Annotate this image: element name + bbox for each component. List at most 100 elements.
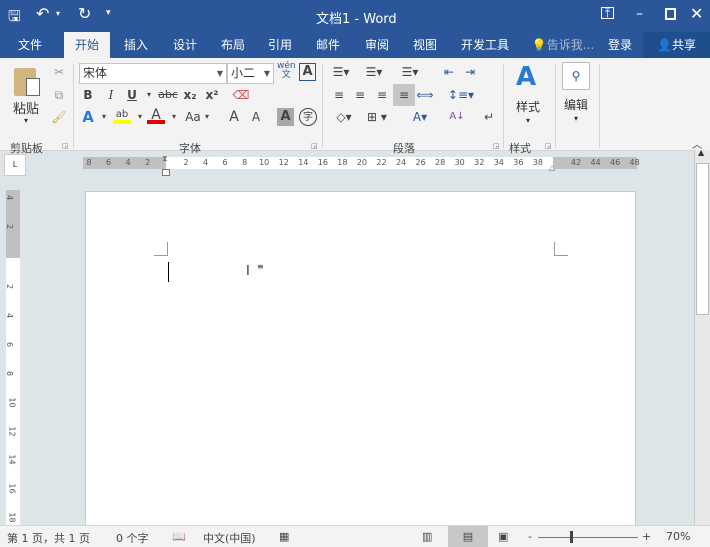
- customize-qat-icon[interactable]: ▾: [106, 8, 111, 18]
- lightbulb-icon: 💡: [531, 38, 547, 52]
- chevron-down-icon[interactable]: ▾: [203, 108, 211, 126]
- character-border-icon[interactable]: A: [299, 63, 316, 81]
- share-button[interactable]: 👤共享: [643, 32, 710, 58]
- tab-view[interactable]: 视图: [403, 32, 447, 58]
- borders-icon[interactable]: ⊞ ▾: [363, 108, 391, 126]
- clipboard-launcher-icon[interactable]: ◲: [62, 142, 69, 150]
- font-name-select[interactable]: 宋体 ▼: [79, 63, 227, 84]
- bold-button[interactable]: B: [80, 86, 96, 104]
- ribbon-display-options-icon[interactable]: ⤒: [601, 7, 614, 19]
- left-indent-marker[interactable]: [162, 169, 170, 176]
- vertical-scrollbar[interactable]: ▲: [694, 148, 710, 525]
- zoom-level[interactable]: 70%: [666, 530, 690, 543]
- first-line-indent-marker[interactable]: ⧗: [162, 154, 168, 164]
- tab-mailings[interactable]: 邮件: [306, 32, 350, 58]
- macro-icon[interactable]: ▦: [279, 530, 289, 543]
- scrollbar-thumb[interactable]: [696, 163, 709, 315]
- tab-file[interactable]: 文件: [8, 32, 52, 58]
- undo-dropdown-icon[interactable]: ▾: [56, 9, 60, 18]
- styles-launcher-icon[interactable]: ◲: [545, 142, 552, 150]
- tab-home[interactable]: 开始: [64, 32, 110, 58]
- cut-icon[interactable]: ✂: [50, 63, 68, 81]
- paragraph-launcher-icon[interactable]: ◲: [493, 142, 500, 150]
- format-painter-icon[interactable]: 🖌: [50, 108, 68, 126]
- paste-dropdown-icon[interactable]: ▾: [24, 116, 28, 125]
- right-indent-marker[interactable]: △: [549, 163, 555, 172]
- shrink-font-button[interactable]: A: [248, 108, 264, 126]
- ruler-number: 8: [5, 370, 15, 376]
- text-effects-icon[interactable]: A: [80, 108, 96, 126]
- proofing-icon[interactable]: 📖: [172, 530, 186, 543]
- undo-icon[interactable]: ↶: [36, 4, 49, 23]
- paste-button[interactable]: [12, 64, 42, 98]
- grow-font-button[interactable]: A: [225, 108, 243, 126]
- ruler-number: 42: [570, 158, 582, 167]
- vertical-ruler[interactable]: 4 2 2 4 6 8 10 12 14 16 18: [5, 190, 20, 525]
- word-count[interactable]: 0 个字: [116, 530, 149, 546]
- font-size-select[interactable]: 小二 ▼: [227, 63, 274, 84]
- editing-button[interactable]: ⚲ 编辑 ▾: [562, 62, 594, 128]
- scroll-up-icon[interactable]: ▲: [698, 148, 704, 157]
- justify-icon[interactable]: ≡: [393, 84, 415, 106]
- bullets-icon[interactable]: ☰▾: [330, 63, 352, 81]
- subscript-button[interactable]: x₂: [181, 86, 199, 104]
- show-marks-icon[interactable]: ↵: [481, 108, 497, 126]
- numbering-icon[interactable]: ☰▾: [363, 63, 385, 81]
- styles-button[interactable]: A 样式 ▾: [510, 62, 548, 128]
- strikethrough-button[interactable]: abc: [157, 86, 179, 104]
- maximize-icon[interactable]: [665, 8, 676, 20]
- distributed-icon[interactable]: ⟺: [416, 86, 434, 104]
- chevron-down-icon[interactable]: ▾: [170, 108, 178, 126]
- phonetic-guide-button[interactable]: wén 文: [277, 62, 296, 80]
- tab-insert[interactable]: 插入: [114, 32, 158, 58]
- web-layout-icon[interactable]: ▣: [498, 530, 508, 543]
- save-icon[interactable]: 🖫: [8, 6, 21, 31]
- tab-design[interactable]: 设计: [163, 32, 207, 58]
- underline-dropdown-icon[interactable]: ▾: [144, 86, 154, 104]
- sign-in-link[interactable]: 登录: [602, 32, 638, 58]
- align-right-icon[interactable]: ≡: [373, 86, 391, 104]
- clear-formatting-icon[interactable]: ⌫: [232, 86, 250, 104]
- chevron-down-icon[interactable]: ▾: [136, 108, 144, 126]
- tell-me-box[interactable]: 💡告诉我...: [528, 32, 598, 58]
- increase-indent-icon[interactable]: ⇥: [461, 63, 479, 81]
- enclose-characters-button[interactable]: 字: [299, 108, 317, 126]
- zoom-in-button[interactable]: +: [642, 530, 651, 543]
- highlight-icon[interactable]: ab: [113, 106, 131, 124]
- tab-layout[interactable]: 布局: [211, 32, 255, 58]
- ruler-number: 4: [5, 312, 15, 318]
- chinese-layout-icon[interactable]: A▾: [405, 108, 435, 126]
- sort-icon[interactable]: A↓: [447, 108, 467, 126]
- align-center-icon[interactable]: ≡: [351, 86, 369, 104]
- zoom-slider-thumb[interactable]: [570, 531, 574, 543]
- read-mode-icon[interactable]: ▥: [422, 530, 432, 543]
- page-count[interactable]: 第 1 页，共 1 页: [7, 530, 90, 546]
- copy-icon[interactable]: ⧉: [50, 86, 68, 104]
- italic-button[interactable]: I: [103, 86, 119, 104]
- align-left-icon[interactable]: ≡: [330, 86, 348, 104]
- multilevel-list-icon[interactable]: ☰▾: [397, 63, 423, 81]
- zoom-slider[interactable]: [538, 537, 638, 538]
- superscript-button[interactable]: x²: [203, 86, 221, 104]
- font-color-icon[interactable]: A: [147, 106, 165, 124]
- tab-review[interactable]: 审阅: [355, 32, 399, 58]
- zoom-out-button[interactable]: -: [528, 530, 532, 543]
- shading-icon[interactable]: ◇▾: [330, 108, 358, 126]
- decrease-indent-icon[interactable]: ⇤: [440, 63, 458, 81]
- tab-developer[interactable]: 开发工具: [455, 32, 515, 58]
- language[interactable]: 中文(中国): [203, 530, 256, 546]
- character-shading-button[interactable]: A: [277, 108, 294, 126]
- tab-selector[interactable]: L: [4, 154, 26, 176]
- redo-icon[interactable]: ↻: [78, 4, 91, 23]
- line-spacing-icon[interactable]: ↕≡▾: [447, 86, 475, 104]
- document-page[interactable]: I ≡: [85, 191, 636, 525]
- print-layout-icon[interactable]: ▤: [448, 526, 488, 547]
- underline-button[interactable]: U: [124, 86, 140, 104]
- change-case-button[interactable]: Aa: [181, 108, 205, 126]
- separator: [73, 64, 74, 148]
- chevron-down-icon[interactable]: ▾: [100, 108, 108, 126]
- font-launcher-icon[interactable]: ◲: [311, 142, 318, 150]
- tab-references[interactable]: 引用: [258, 32, 302, 58]
- minimize-icon[interactable]: –: [636, 6, 643, 22]
- close-icon[interactable]: ✕: [690, 4, 703, 23]
